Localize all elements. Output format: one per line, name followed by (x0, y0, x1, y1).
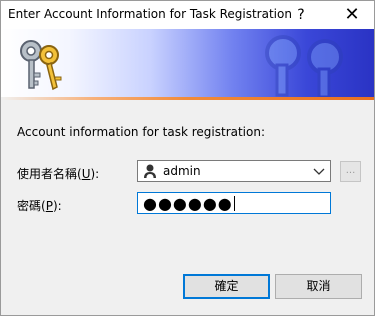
close-button[interactable]: ✕ (330, 1, 374, 29)
cancel-button[interactable]: 取消 (275, 274, 362, 299)
chevron-down-icon[interactable] (312, 163, 326, 179)
task-account-dialog: Enter Account Information for Task Regis… (0, 0, 375, 316)
banner-divider (1, 97, 374, 100)
ok-button[interactable]: 確定 (183, 274, 270, 299)
username-value: admin (163, 164, 201, 178)
password-field[interactable]: ●●●●●● (137, 192, 331, 214)
keys-icon (20, 40, 62, 91)
window-title: Enter Account Information for Task Regis… (8, 7, 292, 21)
username-label: 使用者名稱(U): (17, 167, 100, 181)
username-combobox[interactable]: admin (137, 160, 331, 182)
banner-watermark-icon (265, 35, 343, 97)
user-avatar-icon (144, 164, 156, 178)
help-button[interactable]: ? (279, 1, 323, 29)
password-masked-value: ●●●●●● (143, 194, 235, 213)
password-label: 密碼(P): (17, 199, 62, 213)
section-label: Account information for task registratio… (17, 125, 266, 139)
text-caret (233, 196, 235, 211)
header-banner (1, 29, 374, 97)
title-bar: Enter Account Information for Task Regis… (1, 1, 374, 29)
browse-users-button[interactable]: ... (340, 161, 361, 182)
